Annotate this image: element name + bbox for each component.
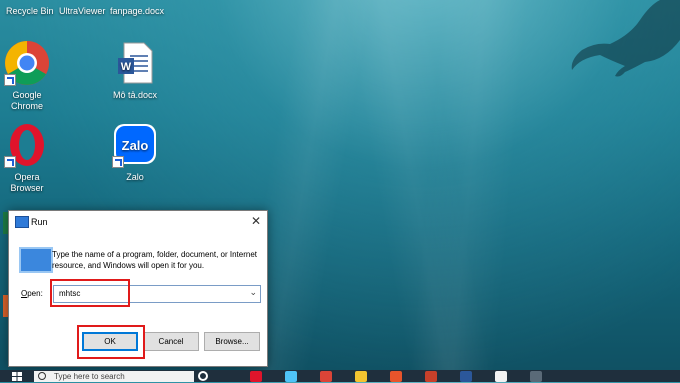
taskbar-file-explorer-icon[interactable] [355,371,367,382]
run-icon [15,216,29,228]
icon-label-line1: Mô tả.docx [112,90,158,100]
taskbar-app-icon[interactable] [425,371,437,382]
taskbar-chrome-icon[interactable] [320,371,332,382]
taskbar: Type here to search [0,370,680,382]
swimmer-image [571,0,680,77]
desktop-icon-mota-docx[interactable]: W Mô tả.docx [100,40,170,101]
dialog-description: Type the name of a program, folder, docu… [52,250,258,270]
search-placeholder: Type here to search [54,372,125,381]
recycle-bin-label[interactable]: Recycle Bin [6,6,54,16]
taskbar-app-icon[interactable] [460,371,472,382]
icon-label-line1: Opera [14,172,40,182]
browse-button[interactable]: Browse... [204,332,260,351]
taskbar-app-icon[interactable] [495,371,507,382]
chevron-down-icon[interactable]: ⌄ [249,287,257,298]
dialog-title: Run [31,217,48,227]
icon-label-line1: Google [12,90,42,100]
ultraviewer-label[interactable]: UltraViewer [59,6,105,16]
zalo-icon: Zalo [112,122,158,168]
desktop-icon-opera[interactable]: Opera Browser [0,122,62,194]
cancel-button[interactable]: Cancel [143,332,199,351]
windows-start-icon[interactable] [12,372,22,381]
open-label: Open: [21,289,43,298]
shortcut-arrow-icon [4,156,16,168]
svg-text:W: W [121,61,132,73]
svg-text:Zalo: Zalo [122,138,149,153]
desktop-icon-chrome[interactable]: Google Chrome [0,40,62,112]
icon-label-line2: Chrome [10,101,43,111]
run-dialog: Run ✕ Type the name of a program, folder… [8,210,268,367]
open-label-rest: pen: [27,289,43,298]
desktop-icon-zalo[interactable]: Zalo Zalo [100,122,170,183]
chrome-icon [4,40,50,86]
highlight-box-input [50,279,130,307]
taskbar-app-icon[interactable] [390,371,402,382]
taskbar-run-active-icon[interactable] [530,371,542,382]
shortcut-arrow-icon [112,156,124,168]
fanpage-docx-label[interactable]: fanpage.docx [110,6,164,16]
highlight-box-ok [77,325,145,359]
taskbar-search-box[interactable]: Type here to search [34,371,194,382]
opera-icon [4,122,50,168]
taskbar-edge-icon[interactable] [285,371,297,382]
cortana-icon[interactable] [198,371,208,381]
shortcut-arrow-icon [4,74,16,86]
taskbar-opera-icon[interactable] [250,371,262,382]
icon-label-line2: Browser [10,183,44,193]
icon-label-line1: Zalo [126,172,144,182]
search-icon [38,372,46,380]
word-document-icon: W [112,40,158,86]
close-icon[interactable]: ✕ [251,214,261,228]
run-program-icon [19,247,53,273]
